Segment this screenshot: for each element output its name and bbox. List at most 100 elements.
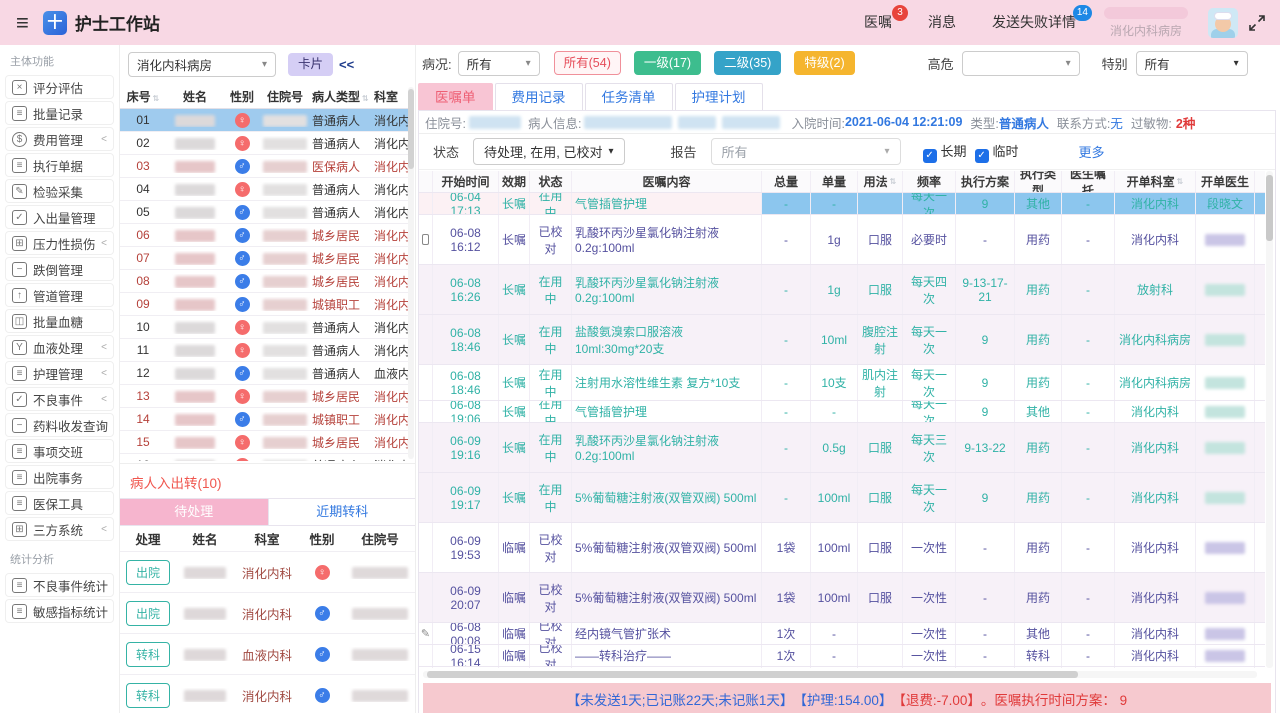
sidebar-item-handover[interactable]: ≡事项交班 xyxy=(5,439,114,463)
level-badge-special[interactable]: 特级(2) xyxy=(794,51,854,75)
tab-费用记录[interactable]: 费用记录 xyxy=(495,83,583,110)
allergy-count[interactable]: 2种 xyxy=(1176,113,1195,132)
report-select[interactable]: 所有▾ xyxy=(711,138,901,165)
order-table-header: 开始时间效期状态医嘱内容总量单量用法⇅频率执行方案执行类型医生嘱托开单科室⇅开单… xyxy=(419,171,1265,193)
patient-row[interactable]: 02♀普通病人消化内 xyxy=(120,132,408,155)
order-row[interactable]: 06-08 16:26长嘱在用中乳酸环丙沙星氯化钠注射液 0.2g:100ml-… xyxy=(419,265,1265,315)
sort-icon[interactable]: ⇅ xyxy=(1177,177,1184,186)
patient-list-scrollbar[interactable] xyxy=(408,87,414,459)
long-term-checkbox[interactable]: ✓长期 xyxy=(923,141,967,163)
order-row[interactable]: 06-09 19:16长嘱在用中乳酸环丙沙星氯化钠注射液 0.2g:100ml-… xyxy=(419,423,1265,473)
nav-messages[interactable]: 消息 xyxy=(910,0,974,45)
sidebar-item-batch-record[interactable]: ≡批量记录 xyxy=(5,101,114,125)
temporary-checkbox[interactable]: ✓临时 xyxy=(975,141,1019,163)
patient-row[interactable]: 14♂城镇职工消化内 xyxy=(120,408,408,431)
order-row[interactable]: 06-08 16:12长嘱已校对乳酸环丙沙星氯化钠注射液 0.2g:100ml-… xyxy=(419,215,1265,265)
patient-name xyxy=(166,136,224,150)
patient-row[interactable]: 16♀普通病人消化内 xyxy=(120,454,408,461)
sidebar-item-discharge[interactable]: ≡出院事务 xyxy=(5,465,114,489)
validity: 长嘱 xyxy=(499,265,530,314)
order-table-vscrollbar[interactable] xyxy=(1266,171,1273,668)
status-multiselect[interactable]: 待处理, 在用, 已校对▾ xyxy=(473,138,624,165)
sidebar-item-print-doc[interactable]: ≡执行单据 xyxy=(5,153,114,177)
transfer-button[interactable]: 转科 xyxy=(126,683,170,708)
tab-医嘱单[interactable]: 医嘱单 xyxy=(418,83,493,110)
tab-pending[interactable]: 待处理 xyxy=(120,499,268,525)
card-view-button[interactable]: 卡片 xyxy=(288,53,333,76)
nav-send-failures[interactable]: 发送失败详情 14 xyxy=(974,0,1094,45)
patient-row[interactable]: 06♂城乡居民消化内 xyxy=(120,224,408,247)
patient-row[interactable]: 03♂医保病人消化内 xyxy=(120,155,408,178)
discharge-button[interactable]: 出院 xyxy=(126,601,170,626)
sidebar-item-glucose[interactable]: ◫批量血糖 xyxy=(5,309,114,333)
patient-name xyxy=(166,366,224,380)
sidebar-item-indicator-stat[interactable]: ≡敏感指标统计 xyxy=(5,599,114,623)
order-row[interactable]: 06-04 17:13长嘱在用中气管插管护理--每天一次9其他-消化内科段晓文消… xyxy=(419,193,1265,215)
sidebar-item-fee[interactable]: $费用管理< xyxy=(5,127,114,151)
order-row[interactable]: ✎06-08 00:08临嘱已校对经内镜气管扩张术1次-一次性-其他-消化内科消… xyxy=(419,623,1265,645)
sidebar-item-blood[interactable]: Y血液处理< xyxy=(5,335,114,359)
order-row[interactable]: 06-15 16:14临嘱已校对——转科治疗——1次-一次性-转科-消化内科内分… xyxy=(419,645,1265,667)
order-row[interactable]: 06-08 18:46长嘱在用中注射用水溶性维生素 复方*10支-10支肌内注射… xyxy=(419,365,1265,401)
order-row[interactable]: 06-08 19:06长嘱在用中气管插管护理--每天一次9其他-消化内科消化内科 xyxy=(419,401,1265,423)
order-table-hscrollbar[interactable] xyxy=(423,671,1257,678)
patient-row[interactable]: 11♀普通病人消化内 xyxy=(120,339,408,362)
sidebar-item-adverse-event[interactable]: ✓不良事件< xyxy=(5,387,114,411)
sidebar-item-drug-query[interactable]: −药料收发查询 xyxy=(5,413,114,437)
patient-row[interactable]: 09♂城镇职工消化内 xyxy=(120,293,408,316)
more-filters-link[interactable]: 更多 xyxy=(1079,142,1105,161)
hamburger-menu-icon[interactable]: ≡ xyxy=(16,10,29,36)
sidebar-item-adverse-stat[interactable]: ≡不良事件统计 xyxy=(5,573,114,597)
tab-任务清单[interactable]: 任务清单 xyxy=(585,83,673,110)
special-select[interactable]: 所有▾ xyxy=(1136,51,1248,76)
nav-orders[interactable]: 医嘱 3 xyxy=(846,0,910,45)
tab-recent-transfer[interactable]: 近期转科 xyxy=(268,499,417,525)
sidebar-item-insurance-tool[interactable]: ≡医保工具 xyxy=(5,491,114,515)
discharge-button[interactable]: 出院 xyxy=(126,560,170,585)
patient-row[interactable]: 10♀普通病人消化内 xyxy=(120,316,408,339)
sort-icon[interactable]: ⇅ xyxy=(153,94,160,103)
order-row[interactable]: 06-09 19:53临嘱已校对5%葡萄糖注射液(双管双阀) 500ml1袋10… xyxy=(419,523,1265,573)
edit-pencil-icon[interactable]: ✎ xyxy=(421,627,430,640)
nurse-avatar[interactable] xyxy=(1208,8,1238,38)
sidebar-item-third-party[interactable]: ⊞三方系统< xyxy=(5,517,114,541)
sidebar-item-intake-output[interactable]: ✓入出量管理 xyxy=(5,205,114,229)
sidebar-item-score[interactable]: ×评分评估 xyxy=(5,75,114,99)
sort-icon[interactable]: ⇅ xyxy=(362,94,369,103)
column-header: 频率 xyxy=(903,171,956,192)
patient-row[interactable]: 15♀城乡居民消化内 xyxy=(120,431,408,454)
sidebar-item-tube-mgmt[interactable]: ↑管道管理 xyxy=(5,283,114,307)
order-row[interactable]: 06-09 20:07临嘱已校对5%葡萄糖注射液(双管双阀) 500ml1袋10… xyxy=(419,573,1265,623)
sidebar-item-lab-collect[interactable]: ✎检验采集 xyxy=(5,179,114,203)
sidebar-item-nursing-mgmt[interactable]: ≡护理管理< xyxy=(5,361,114,385)
order-row[interactable]: 06-08 18:46长嘱在用中盐酸氨溴索口服溶液 10ml:30mg*20支-… xyxy=(419,315,1265,365)
tab-护理计划[interactable]: 护理计划 xyxy=(675,83,763,110)
sidebar-item-fall-mgmt[interactable]: −跌倒管理 xyxy=(5,257,114,281)
patient-row[interactable]: 04♀普通病人消化内 xyxy=(120,178,408,201)
high-risk-select[interactable]: ▾ xyxy=(962,51,1080,76)
column-header: 医生嘱托 xyxy=(1062,171,1115,192)
order-content: 乳酸环丙沙星氯化钠注射液 0.2g:100ml xyxy=(572,423,762,472)
order-row[interactable]: 06-09 19:17长嘱在用中5%葡萄糖注射液(双管双阀) 500ml-100… xyxy=(419,473,1265,523)
condition-select[interactable]: 所有▾ xyxy=(458,51,540,76)
redacted-text xyxy=(175,437,215,449)
sidebar-item-pressure-injury[interactable]: ⊞压力性损伤< xyxy=(5,231,114,255)
sort-icon[interactable]: ⇅ xyxy=(890,177,897,186)
level-badge-all[interactable]: 所有(54) xyxy=(554,51,621,75)
level-badge-2[interactable]: 二级(35) xyxy=(714,51,781,75)
frequency: 每天一次 xyxy=(903,365,956,400)
patient-row[interactable]: 12♂普通病人血液内 xyxy=(120,362,408,385)
collapse-panel-button[interactable]: << xyxy=(339,57,354,72)
fullscreen-icon[interactable] xyxy=(1248,14,1266,32)
patient-row[interactable]: 07♂城乡居民消化内 xyxy=(120,247,408,270)
bed-number: 08 xyxy=(120,274,166,288)
order-dept: 放射科 xyxy=(1115,265,1196,314)
patient-row[interactable]: 05♂普通病人消化内 xyxy=(120,201,408,224)
transfer-button[interactable]: 转科 xyxy=(126,642,170,667)
level-badge-1[interactable]: 一级(17) xyxy=(634,51,701,75)
frequency: 一次性 xyxy=(903,573,956,622)
patient-row[interactable]: 13♀城乡居民消化内 xyxy=(120,385,408,408)
patient-row[interactable]: 01♀普通病人消化内 xyxy=(120,109,408,132)
ward-select[interactable]: 消化内科病房▾ xyxy=(128,52,276,77)
patient-row[interactable]: 08♂城乡居民消化内 xyxy=(120,270,408,293)
